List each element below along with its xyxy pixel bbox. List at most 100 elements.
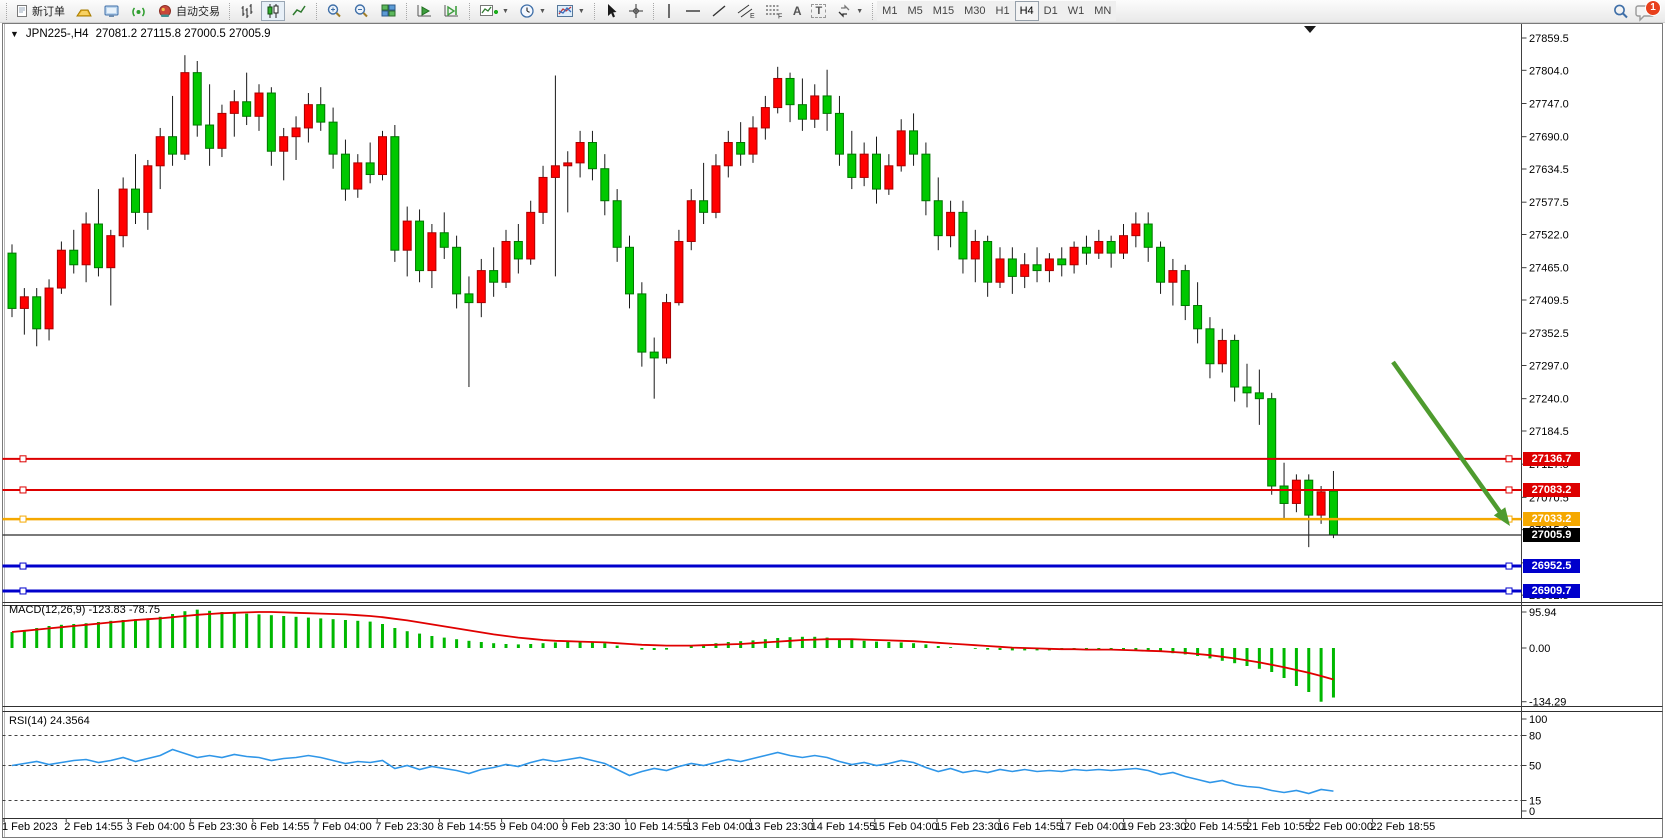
candle-body bbox=[304, 105, 312, 128]
text-label-tool[interactable]: T bbox=[807, 1, 830, 21]
text-tool[interactable]: A bbox=[789, 1, 806, 21]
notifications-button[interactable]: 1 bbox=[1635, 0, 1661, 22]
zoom-in-button[interactable] bbox=[322, 1, 347, 21]
gold-ingot-icon bbox=[75, 4, 93, 19]
candle-body bbox=[724, 143, 732, 166]
tf-H1[interactable]: H1 bbox=[991, 1, 1015, 21]
candle-body bbox=[292, 128, 300, 137]
new-order-button[interactable]: 新订单 bbox=[12, 1, 69, 21]
time-axis-label: 17 Feb 04:00 bbox=[1059, 821, 1124, 833]
candle-body bbox=[329, 122, 337, 154]
tf-W1[interactable]: W1 bbox=[1063, 1, 1090, 21]
candle-body bbox=[934, 201, 942, 236]
line-handle[interactable] bbox=[20, 487, 26, 493]
auto-scroll-button[interactable] bbox=[412, 1, 437, 21]
time-axis-label: 22 Feb 18:55 bbox=[1370, 821, 1435, 833]
candle-body bbox=[403, 221, 411, 250]
tf-H4[interactable]: H4 bbox=[1015, 1, 1039, 21]
candle-body bbox=[218, 113, 226, 148]
fibonacci-tool[interactable]: F bbox=[761, 1, 787, 21]
auto-trading-label: 自动交易 bbox=[176, 3, 220, 19]
time-axis-label: 7 Feb 04:00 bbox=[313, 821, 372, 833]
label-tool-icon: T bbox=[811, 4, 826, 18]
candle-body bbox=[539, 177, 547, 212]
candle-body bbox=[514, 241, 522, 258]
indicators-button[interactable]: ▼ bbox=[475, 1, 513, 21]
signal-button[interactable] bbox=[126, 1, 151, 21]
line-handle[interactable] bbox=[20, 516, 26, 522]
candle-body bbox=[1107, 241, 1115, 253]
tile-windows-button[interactable] bbox=[376, 1, 401, 21]
tf-D1[interactable]: D1 bbox=[1039, 1, 1063, 21]
chart-dropdown-icon[interactable]: ▼ bbox=[10, 29, 19, 39]
horizontal-line-tool[interactable] bbox=[681, 1, 705, 21]
chevron-down-icon: ▼ bbox=[539, 8, 546, 15]
candle-body bbox=[551, 166, 559, 178]
candle-body bbox=[1268, 399, 1276, 486]
price-axis-label: 27465.0 bbox=[1529, 263, 1569, 275]
zoom-out-button[interactable] bbox=[349, 1, 374, 21]
candle-body bbox=[267, 93, 275, 151]
price-axis-label: 27522.0 bbox=[1529, 229, 1569, 241]
time-axis-label: 7 Feb 23:30 bbox=[375, 821, 434, 833]
candle-body bbox=[1169, 271, 1177, 283]
vertical-line-tool[interactable] bbox=[659, 1, 679, 21]
timeframes-menu-button[interactable]: ▼ bbox=[515, 1, 550, 21]
price-axis-label: 27577.5 bbox=[1529, 197, 1569, 209]
price-chart-canvas[interactable]: 27859.527804.027747.027690.027634.527577… bbox=[0, 0, 1665, 839]
line-handle[interactable] bbox=[20, 588, 26, 594]
candle-body bbox=[638, 294, 646, 352]
price-axis-label: 26902.5 bbox=[1529, 590, 1569, 602]
time-axis-label: 8 Feb 14:55 bbox=[437, 821, 496, 833]
line-handle[interactable] bbox=[20, 563, 26, 569]
separator bbox=[872, 3, 873, 20]
horizontal-line-icon bbox=[685, 3, 701, 19]
separator bbox=[653, 3, 654, 20]
line-chart-button[interactable] bbox=[287, 1, 311, 21]
tf-MN[interactable]: MN bbox=[1089, 1, 1116, 21]
candle-body bbox=[1218, 340, 1226, 363]
candle-body bbox=[650, 352, 658, 358]
tf-M5[interactable]: M5 bbox=[902, 1, 927, 21]
tf-M1[interactable]: M1 bbox=[877, 1, 902, 21]
candle-body bbox=[897, 131, 905, 166]
time-axis-label: 22 Feb 00:00 bbox=[1308, 821, 1373, 833]
line-handle[interactable] bbox=[1506, 487, 1512, 493]
bar-chart-button[interactable] bbox=[235, 1, 259, 21]
clock-icon bbox=[519, 3, 535, 19]
trendline-tool[interactable] bbox=[707, 1, 731, 21]
candle-body bbox=[8, 253, 16, 308]
candle-body bbox=[1329, 491, 1337, 535]
line-handle[interactable] bbox=[20, 456, 26, 462]
line-handle[interactable] bbox=[1506, 588, 1512, 594]
candle-body bbox=[193, 73, 201, 125]
market-watch-button[interactable] bbox=[99, 1, 124, 21]
separator bbox=[406, 3, 407, 20]
candle-body bbox=[1194, 306, 1202, 329]
search-button[interactable] bbox=[1608, 1, 1634, 21]
time-axis-label: 19 Feb 23:30 bbox=[1122, 821, 1187, 833]
rsi-axis-label: 100 bbox=[1529, 714, 1547, 726]
tf-M30[interactable]: M30 bbox=[959, 1, 990, 21]
line-handle[interactable] bbox=[1506, 456, 1512, 462]
auto-trading-button[interactable]: 自动交易 bbox=[153, 1, 224, 21]
candle-body bbox=[761, 108, 769, 128]
templates-button[interactable]: ▼ bbox=[552, 1, 589, 21]
crosshair-button[interactable] bbox=[624, 1, 648, 21]
price-axis-label: 27634.5 bbox=[1529, 164, 1569, 176]
candle-body bbox=[749, 128, 757, 154]
separator bbox=[229, 3, 230, 20]
candle-body bbox=[835, 113, 843, 154]
tf-M15[interactable]: M15 bbox=[928, 1, 959, 21]
arrows-tool[interactable]: ▼ bbox=[832, 1, 867, 21]
candle-body bbox=[712, 166, 720, 213]
candlestick-chart-button[interactable] bbox=[261, 1, 285, 21]
gold-ingot-button[interactable] bbox=[71, 1, 97, 21]
channel-tool[interactable]: E bbox=[733, 1, 759, 21]
candle-body bbox=[1280, 486, 1288, 503]
chevron-down-icon: ▼ bbox=[856, 8, 863, 15]
cursor-button[interactable] bbox=[600, 1, 622, 21]
line-handle[interactable] bbox=[1506, 563, 1512, 569]
chart-shift-button[interactable] bbox=[439, 1, 464, 21]
time-axis-label: 9 Feb 04:00 bbox=[500, 821, 559, 833]
